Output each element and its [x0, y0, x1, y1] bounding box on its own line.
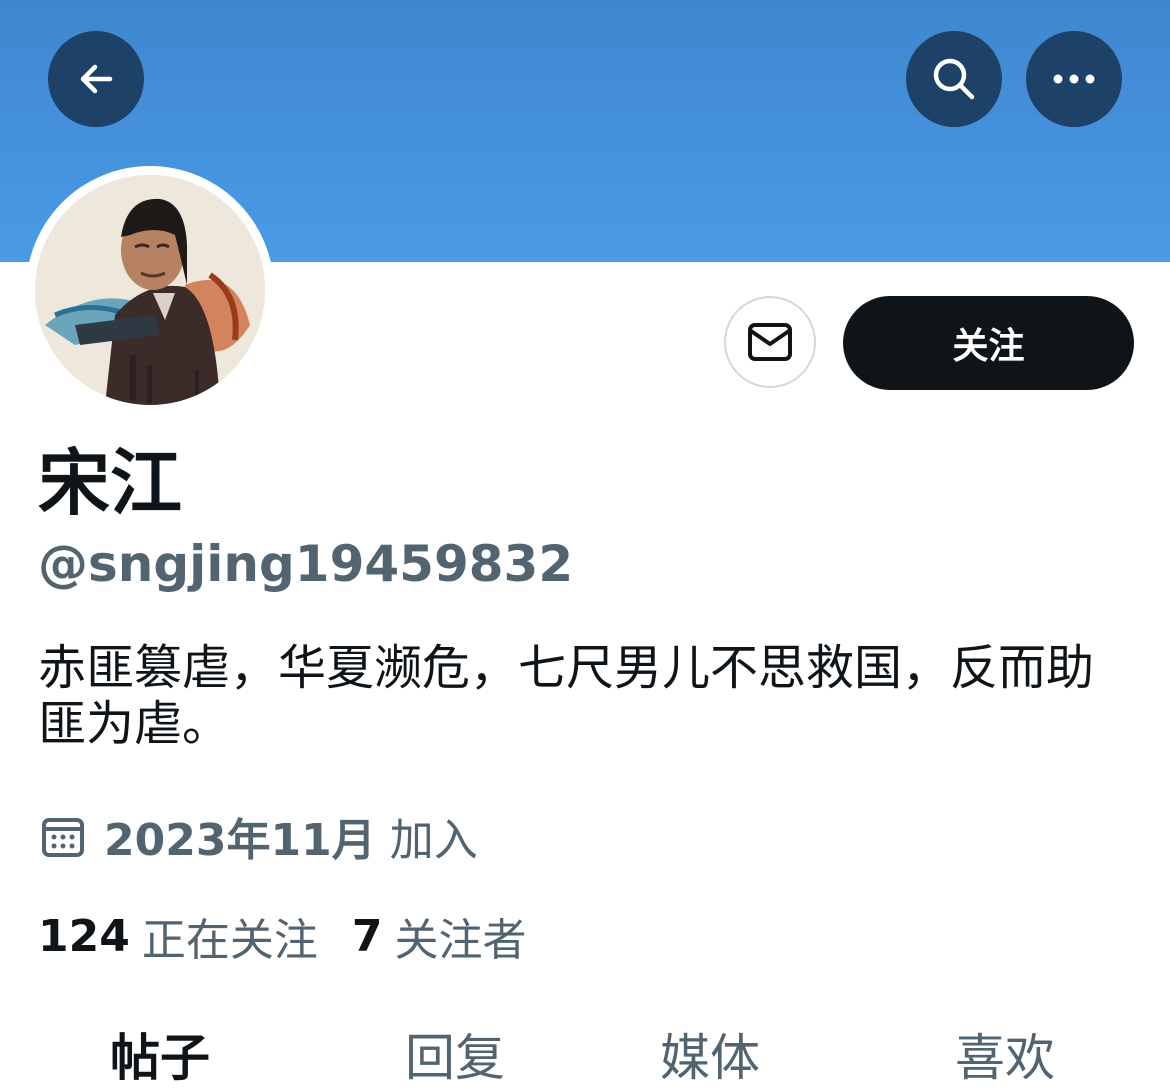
follow-stats: 124 正在关注 7 关注者 — [38, 904, 526, 968]
join-date-suffix: 加入 — [389, 815, 478, 866]
tab-likes[interactable]: 喜欢 — [955, 1026, 1055, 1090]
profile-bio: 赤匪篡虐，华夏濒危，七尺男儿不思救国，反而助匪为虐。 — [38, 640, 1095, 752]
tab-posts[interactable]: 帖子 — [110, 1026, 210, 1090]
arrow-left-icon — [80, 64, 113, 94]
avatar-image — [35, 175, 265, 405]
followers-count[interactable]: 7 — [352, 911, 383, 962]
followers-label[interactable]: 关注者 — [394, 904, 526, 968]
more-button[interactable] — [1026, 31, 1122, 127]
tab-media[interactable]: 媒体 — [660, 1026, 760, 1090]
search-button[interactable] — [906, 31, 1002, 127]
search-icon — [933, 58, 975, 100]
envelope-icon — [748, 323, 792, 361]
join-date-value: 2023年11月 — [104, 815, 376, 866]
follow-button-label: 关注 — [952, 326, 1025, 367]
back-button[interactable] — [48, 31, 144, 127]
following-count[interactable]: 124 — [38, 911, 130, 962]
message-button[interactable] — [724, 296, 816, 388]
join-date: 2023年11月 加入 — [40, 806, 478, 866]
profile-tabs: 帖子 回复 媒体 喜欢 — [0, 1020, 1170, 1087]
display-name: 宋江 — [38, 441, 183, 525]
follow-button[interactable]: 关注 — [843, 296, 1134, 390]
following-label[interactable]: 正在关注 — [142, 904, 318, 968]
calendar-icon — [40, 813, 86, 859]
tab-replies[interactable]: 回复 — [405, 1026, 505, 1090]
profile-handle: @sngjing19459832 — [38, 535, 574, 593]
avatar[interactable] — [26, 166, 274, 414]
more-horizontal-icon — [1053, 74, 1095, 84]
